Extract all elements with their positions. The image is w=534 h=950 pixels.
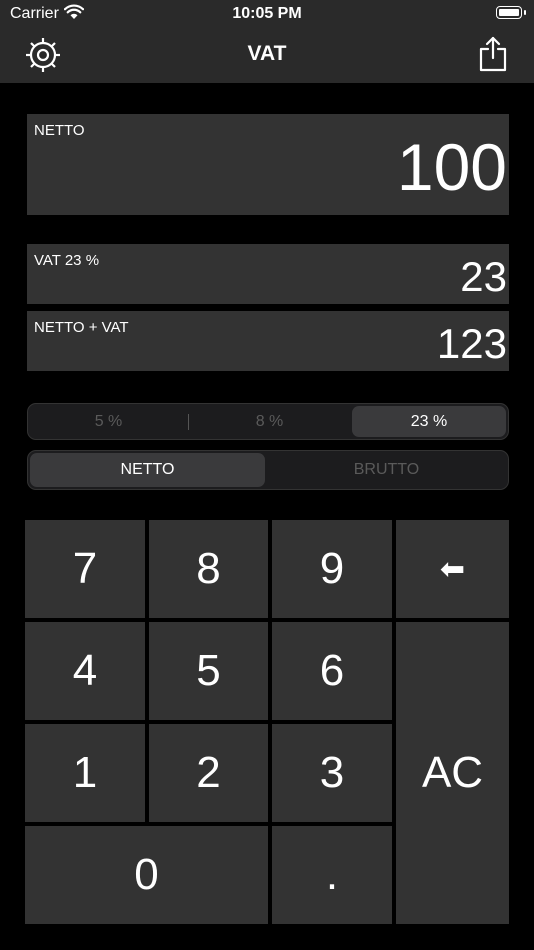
total-value: 123 [436,320,507,367]
mode-option-brutto[interactable]: BRUTTO [267,453,506,487]
decimal-key[interactable]: . [272,826,392,924]
key-5[interactable]: 5 [149,622,268,720]
nav-bar: VAT [0,28,534,83]
key-1[interactable]: 1 [25,724,145,822]
key-3[interactable]: 3 [272,724,392,822]
vat-rate-selector: 5 % 8 % 23 % [27,403,509,440]
rate-option-8[interactable]: 8 % [189,406,350,437]
mode-selector: NETTO BRUTTO [27,450,509,490]
key-2[interactable]: 2 [149,724,268,822]
key-0[interactable]: 0 [25,826,268,924]
battery-icon [496,6,526,19]
page-title: VAT [247,42,287,65]
status-bar: Carrier 10:05 PM [0,0,534,28]
status-time: 10:05 PM [232,5,302,22]
netto-display: NETTO 100 [27,114,509,215]
rate-option-23[interactable]: 23 % [352,406,506,437]
key-8[interactable]: 8 [149,520,268,618]
vat-label: VAT 23 % [34,252,100,269]
key-7[interactable]: 7 [25,520,145,618]
netto-value: 100 [396,130,507,204]
netto-label: NETTO [34,122,85,139]
vat-value: 23 [460,253,507,300]
vat-display: VAT 23 % 23 [27,244,509,304]
share-icon[interactable] [478,36,508,72]
total-label: NETTO + VAT [34,319,129,336]
rate-option-5[interactable]: 5 % [30,406,187,437]
clear-key[interactable]: AC [396,622,509,924]
key-4[interactable]: 4 [25,622,145,720]
mode-option-netto[interactable]: NETTO [30,453,265,487]
key-6[interactable]: 6 [272,622,392,720]
key-9[interactable]: 9 [272,520,392,618]
backspace-key[interactable]: ⬅ [396,520,509,618]
total-display: NETTO + VAT 123 [27,311,509,371]
